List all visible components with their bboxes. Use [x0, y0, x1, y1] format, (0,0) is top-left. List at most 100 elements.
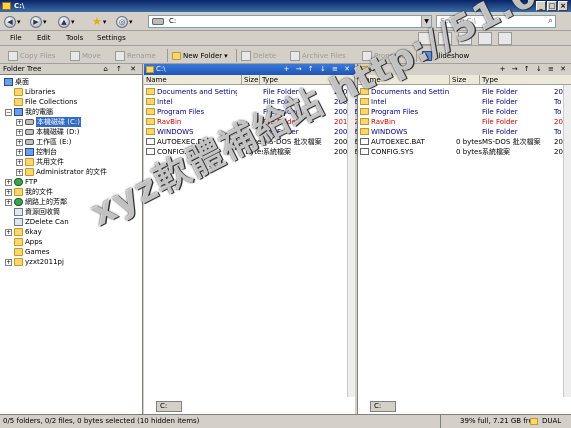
close-button[interactable]: × [558, 1, 568, 11]
window-title: C:\ [14, 2, 25, 10]
file-type: File Folder [482, 118, 518, 126]
address-bar[interactable]: C: ▼ [148, 15, 432, 28]
column-name[interactable]: Name [144, 75, 242, 85]
tree-item-drive-d[interactable]: + 本機磁碟 (D:) [16, 127, 79, 137]
view-icon: ◎ [116, 15, 128, 28]
folder-icon [14, 258, 23, 266]
status-bar: 0/5 folders, 0/2 files, 0 bytes selected… [0, 414, 571, 428]
expand-icon[interactable]: + [16, 158, 23, 166]
rename-button[interactable]: Rename [115, 49, 156, 62]
folder-icon [530, 418, 538, 425]
expand-icon[interactable]: + [5, 178, 12, 186]
drive-icon [25, 119, 34, 125]
tree-item-apps[interactable]: Apps [14, 237, 42, 247]
folder-icon [146, 98, 155, 105]
file-row[interactable]: RavBinFile Folder2010/2 [358, 117, 571, 127]
folder-icon [360, 108, 369, 115]
move-button[interactable]: Move [70, 49, 101, 62]
folder-icon [14, 98, 23, 106]
tree-item-libraries[interactable]: Libraries [14, 87, 55, 97]
drive-icon [152, 18, 164, 25]
view-button[interactable]: ◎ ▾ [116, 14, 133, 29]
back-arrow-icon: ◀ [4, 15, 16, 28]
tree-header-buttons[interactable]: ⌂ ↑ ✕ [103, 64, 139, 75]
expand-icon[interactable]: + [16, 148, 23, 156]
search-icon[interactable]: ⌕ [548, 16, 553, 26]
folder-icon [146, 128, 155, 135]
tree-item-file-collections[interactable]: File Collections [14, 97, 77, 107]
tree-item-desktop[interactable]: 桌面 [4, 77, 29, 87]
drive-icon [25, 139, 34, 145]
file-row[interactable]: AUTOEXEC.BAT0 bytesMS-DOS 批次檔案2009/6 [358, 137, 571, 147]
file-icon [146, 138, 155, 145]
folder-icon [25, 158, 34, 166]
tree-item-drive-e[interactable]: + 工作區 (E:) [16, 137, 71, 147]
tree-item-shared-documents[interactable]: + 共用文件 [16, 157, 64, 167]
delete-button[interactable]: Delete [241, 49, 276, 62]
folder-tree: Folder Tree ⌂ ↑ ✕ 桌面 Libraries File Coll… [0, 64, 143, 414]
favorites-button[interactable]: ★ ▾ [92, 14, 106, 29]
up-button[interactable]: ▲ ▾ [58, 14, 75, 29]
expand-icon[interactable]: + [16, 118, 23, 126]
menu-tools[interactable]: Tools [66, 34, 83, 42]
folder-icon [360, 128, 369, 135]
file-name: AUTOEXEC.BAT [371, 138, 425, 146]
dual-mode-indicator[interactable]: DUAL [542, 415, 561, 428]
folder-tree-header: Folder Tree ⌂ ↑ ✕ [0, 64, 142, 75]
tree-item-my-documents[interactable]: + 我的文件 [5, 187, 53, 197]
forward-arrow-icon: ▶ [30, 15, 42, 28]
file-size: 0 bytes [456, 138, 482, 146]
expand-icon[interactable]: + [16, 168, 23, 176]
expand-icon[interactable]: + [16, 128, 23, 136]
tree-item-control-panel[interactable]: + 控制台 [16, 147, 57, 157]
tree-item-games[interactable]: Games [14, 247, 50, 257]
forward-button[interactable]: ▶ ▾ [30, 14, 47, 29]
pane-tab[interactable]: C: [370, 401, 396, 412]
vertical-scrollbar[interactable] [347, 85, 355, 397]
tree-item-ftp[interactable]: + FTP [5, 177, 37, 187]
control-panel-icon [25, 148, 34, 156]
vertical-scrollbar[interactable] [563, 85, 571, 397]
tree-item-drive-c[interactable]: + 本機磁碟 (C:) [16, 117, 81, 127]
tree-item-yzxt2011pj[interactable]: + yzxt2011pj [5, 257, 64, 267]
pane-tab[interactable]: C: [156, 401, 182, 412]
column-type[interactable]: Type [480, 75, 571, 85]
recycle-bin-icon [14, 208, 23, 216]
tree-item-recycle-bin[interactable]: 資源回收筒 [14, 207, 60, 217]
file-name: CONFIG.SYS [371, 148, 414, 156]
new-folder-button[interactable]: New Folder ▾ [172, 49, 228, 62]
tree-item-admin-documents[interactable]: + Administrator 的文件 [16, 167, 107, 177]
column-size[interactable]: Size [450, 75, 480, 85]
toolbar: Copy Files Move Rename New Folder ▾ Delet… [0, 47, 571, 64]
file-row[interactable]: Program Files File Folder To [358, 107, 571, 117]
expand-icon[interactable]: + [5, 198, 12, 206]
tree-item-6kay[interactable]: +6kay [5, 227, 42, 237]
file-name: Program Files [371, 108, 419, 116]
tree-item-my-computer[interactable]: − 我的電腦 [5, 107, 53, 117]
maximize-button[interactable]: □ [547, 1, 557, 11]
expand-icon[interactable]: + [5, 228, 12, 236]
file-row[interactable]: Intel File Folder To [358, 97, 571, 107]
file-row[interactable]: CONFIG.SYS0 bytes系統檔案2009/6 [358, 147, 571, 157]
file-type: MS-DOS 批次檔案 [482, 138, 541, 146]
column-size[interactable]: Size [242, 75, 260, 85]
file-row[interactable]: WINDOWS File Folder To [358, 127, 571, 137]
folder-icon [14, 188, 23, 196]
collapse-icon[interactable]: − [5, 108, 12, 116]
menu-file[interactable]: File [10, 34, 22, 42]
folder-icon [146, 108, 155, 115]
folder-icon [14, 228, 23, 236]
file-name: RavBin [371, 118, 396, 126]
menu-settings[interactable]: Settings [97, 34, 126, 42]
expand-icon[interactable]: + [5, 258, 12, 266]
menu-edit[interactable]: Edit [37, 34, 51, 42]
pane-header-buttons[interactable]: + → ↑ ↓ ≡ ✕ [500, 64, 568, 75]
back-button[interactable]: ◀ ▾ [4, 14, 21, 29]
tree-item-zdelete-can[interactable]: ZDelete Can [14, 217, 69, 227]
app-icon [2, 2, 11, 10]
rename-icon [115, 50, 125, 61]
tree-item-network[interactable]: + 網路上的芳鄰 [5, 197, 67, 207]
expand-icon[interactable]: + [5, 188, 12, 196]
copy-files-button[interactable]: Copy Files [8, 49, 55, 62]
expand-icon[interactable]: + [16, 138, 23, 146]
